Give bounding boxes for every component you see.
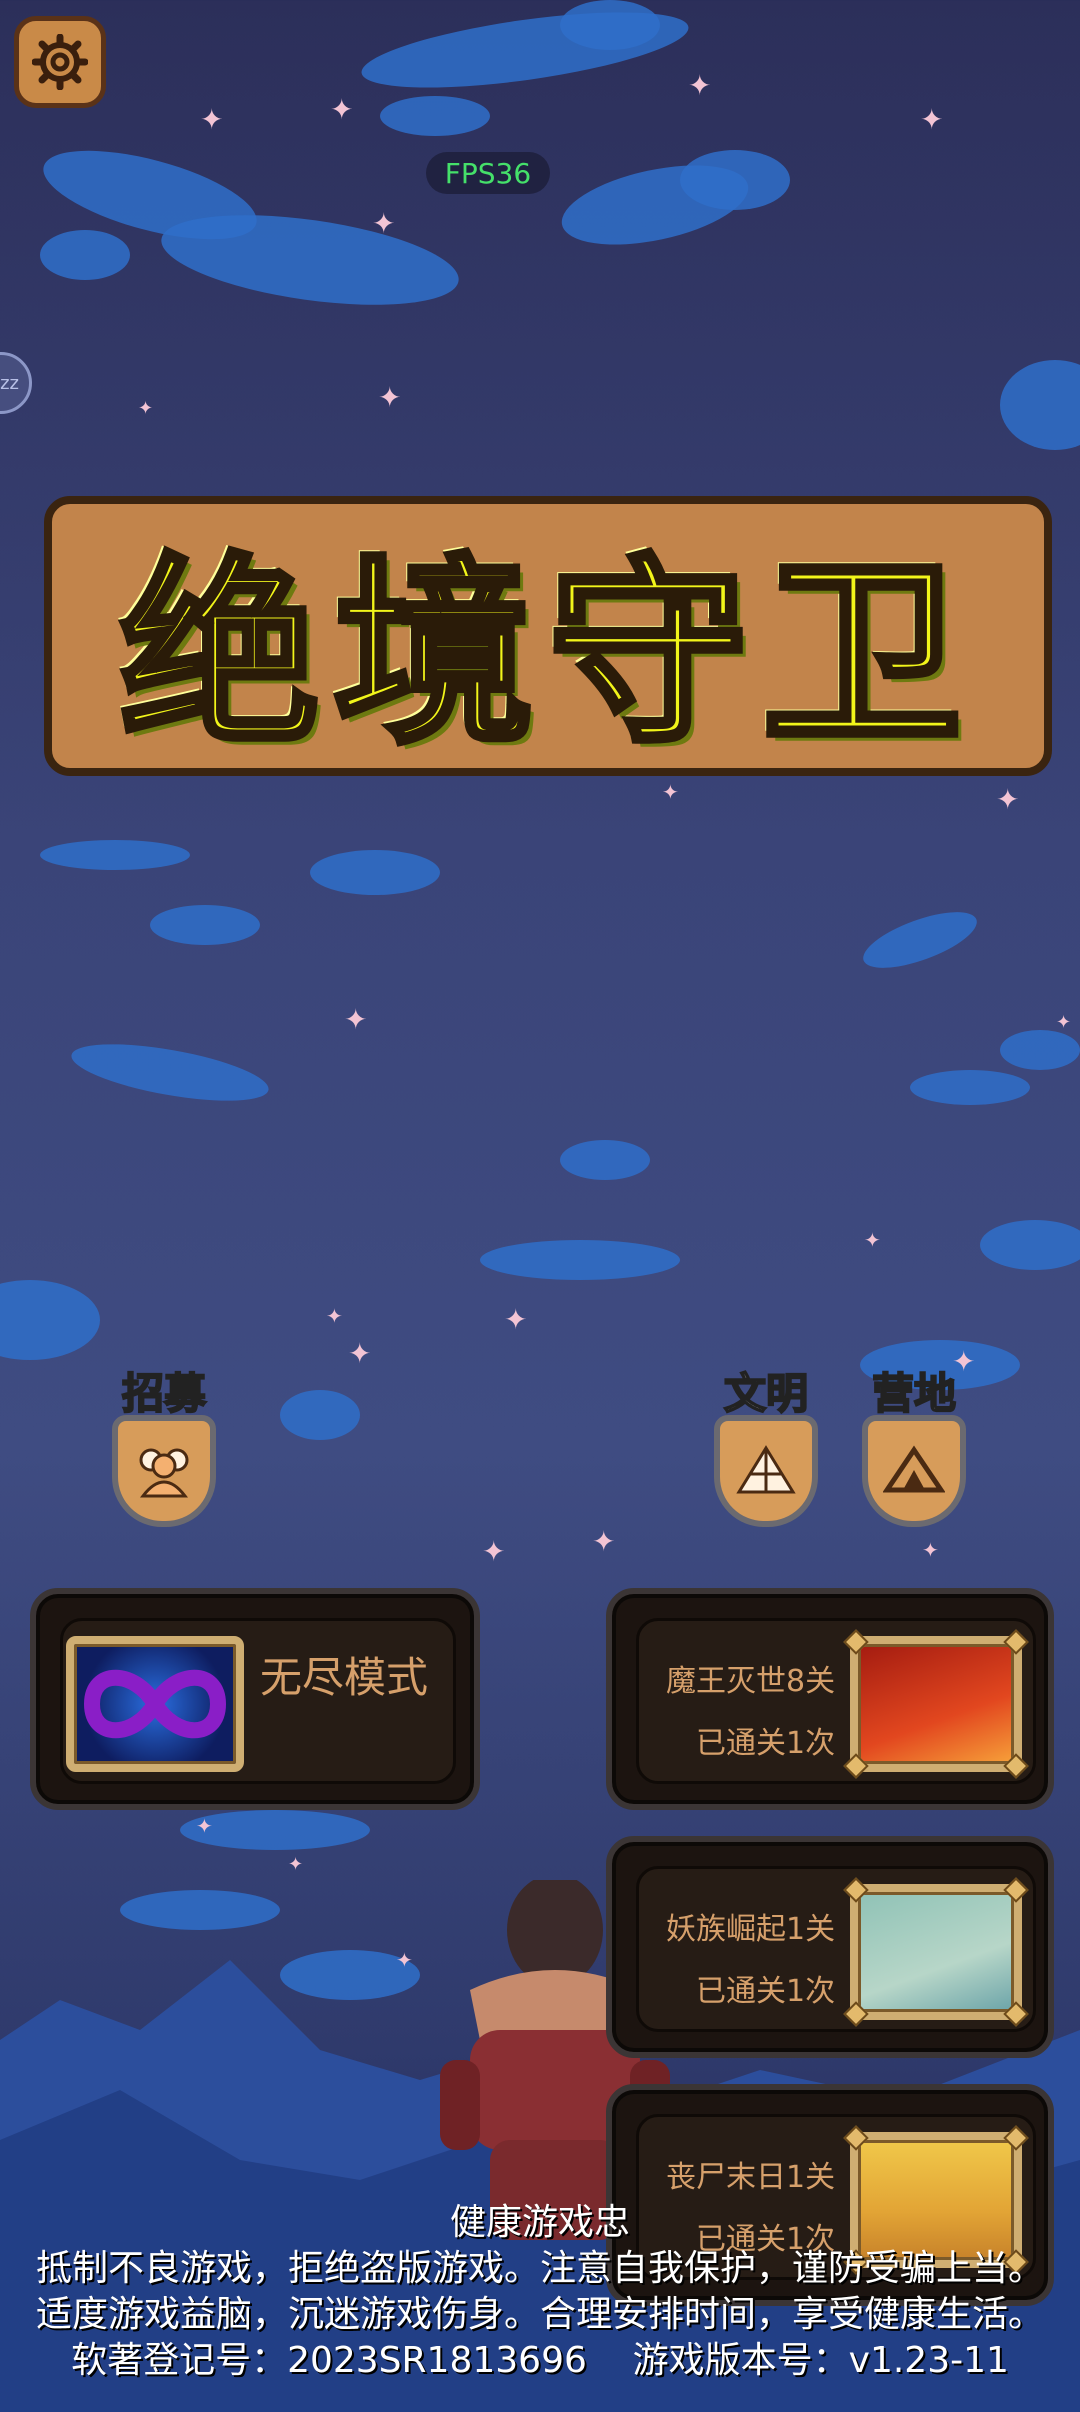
star: ✦ <box>372 207 396 240</box>
health-notice: 健康游戏忠 抵制不良游戏，拒绝盗版游戏。注意自我保护，谨防受骗上当。 适度游戏益… <box>0 2200 1080 2384</box>
stage-cleared: 已通关1次 <box>696 1974 836 2009</box>
endless-thumbnail <box>66 1636 244 1772</box>
cloud <box>40 840 190 870</box>
cloud <box>856 900 984 980</box>
map-scene-icon <box>843 1877 1029 2027</box>
recruit-icon <box>112 1415 216 1527</box>
fire-scene-icon <box>843 1629 1029 1779</box>
health-notice-heading: 健康游戏忠 <box>449 2202 630 2243</box>
star: ✦ <box>196 1814 213 1838</box>
star: ✦ <box>504 1303 528 1336</box>
cloud <box>910 1070 1030 1105</box>
game-title: 绝境守卫 <box>117 535 976 774</box>
recruit-label: 招募 <box>121 1368 207 1419</box>
hero-arm-left <box>440 2060 480 2150</box>
star: ✦ <box>688 69 712 102</box>
cloud <box>67 1032 273 1113</box>
infinity-icon <box>83 1669 227 1739</box>
stage-name: 魔王灭世8关 <box>666 1664 836 1699</box>
cloud <box>155 199 465 321</box>
star: ✦ <box>330 93 354 126</box>
star: ✦ <box>864 1228 881 1252</box>
camp-button[interactable]: 营地 <box>854 1360 974 1527</box>
star: ✦ <box>1056 1012 1072 1033</box>
star: ✦ <box>378 381 402 414</box>
star: ✦ <box>200 103 224 136</box>
settings-button[interactable] <box>14 16 106 108</box>
civilization-icon <box>714 1415 818 1527</box>
stage-cleared: 已通关1次 <box>696 1726 836 1761</box>
floating-assistant-bubble[interactable]: zz <box>0 352 32 414</box>
star: ✦ <box>922 1538 939 1562</box>
star: ✦ <box>344 1003 368 1036</box>
cloud <box>280 1390 360 1440</box>
star: ✦ <box>138 398 154 419</box>
gear-icon <box>32 34 88 90</box>
health-notice-line1: 抵制不良游戏，拒绝盗版游戏。注意自我保护，谨防受骗上当。 <box>35 2248 1044 2289</box>
endless-mode-label: 无尽模式 <box>260 1653 429 1702</box>
cloud <box>0 1280 100 1360</box>
civilization-button[interactable]: 文明 <box>706 1360 826 1527</box>
endless-mode-button[interactable]: 无尽模式 <box>30 1588 480 1810</box>
cloud <box>40 230 130 280</box>
civilization-label: 文明 <box>723 1368 809 1419</box>
stage-card-demon-rise[interactable]: 妖族崛起1关 已通关1次 <box>606 1836 1054 2058</box>
cloud <box>560 1140 650 1180</box>
cloud <box>980 1220 1080 1270</box>
stage-name: 丧尸末日1关 <box>666 2160 836 2195</box>
recruit-button[interactable]: 招募 <box>104 1360 224 1527</box>
cloud <box>1000 360 1080 450</box>
cloud <box>480 1240 680 1280</box>
cloud <box>680 150 790 210</box>
star: ✦ <box>996 783 1020 816</box>
stage-name: 妖族崛起1关 <box>666 1912 836 1947</box>
health-notice-line2: 适度游戏益脑，沉迷游戏伤身。合理安排时间，享受健康生活。 <box>35 2294 1044 2335</box>
cloud <box>380 96 490 136</box>
star: ✦ <box>482 1535 506 1568</box>
star: ✦ <box>348 1337 372 1370</box>
camp-icon <box>862 1415 966 1527</box>
stage-card-demon-king[interactable]: 魔王灭世8关 已通关1次 <box>606 1588 1054 1810</box>
fps-counter: FPS36 <box>426 152 550 194</box>
star: ✦ <box>326 1304 343 1328</box>
cloud <box>310 850 440 895</box>
cloud <box>150 905 260 945</box>
game-title-logo: 绝境守卫 <box>44 496 1052 776</box>
camp-label: 营地 <box>871 1368 957 1419</box>
version-info: 软著登记号：2023SR1813696 游戏版本号：v1.23-11 <box>71 2340 1009 2381</box>
cloud <box>560 0 660 50</box>
star: ✦ <box>288 1854 304 1875</box>
star: ✦ <box>662 780 679 804</box>
star: ✦ <box>920 103 944 136</box>
cloud <box>1000 1030 1080 1070</box>
star: ✦ <box>592 1525 616 1558</box>
